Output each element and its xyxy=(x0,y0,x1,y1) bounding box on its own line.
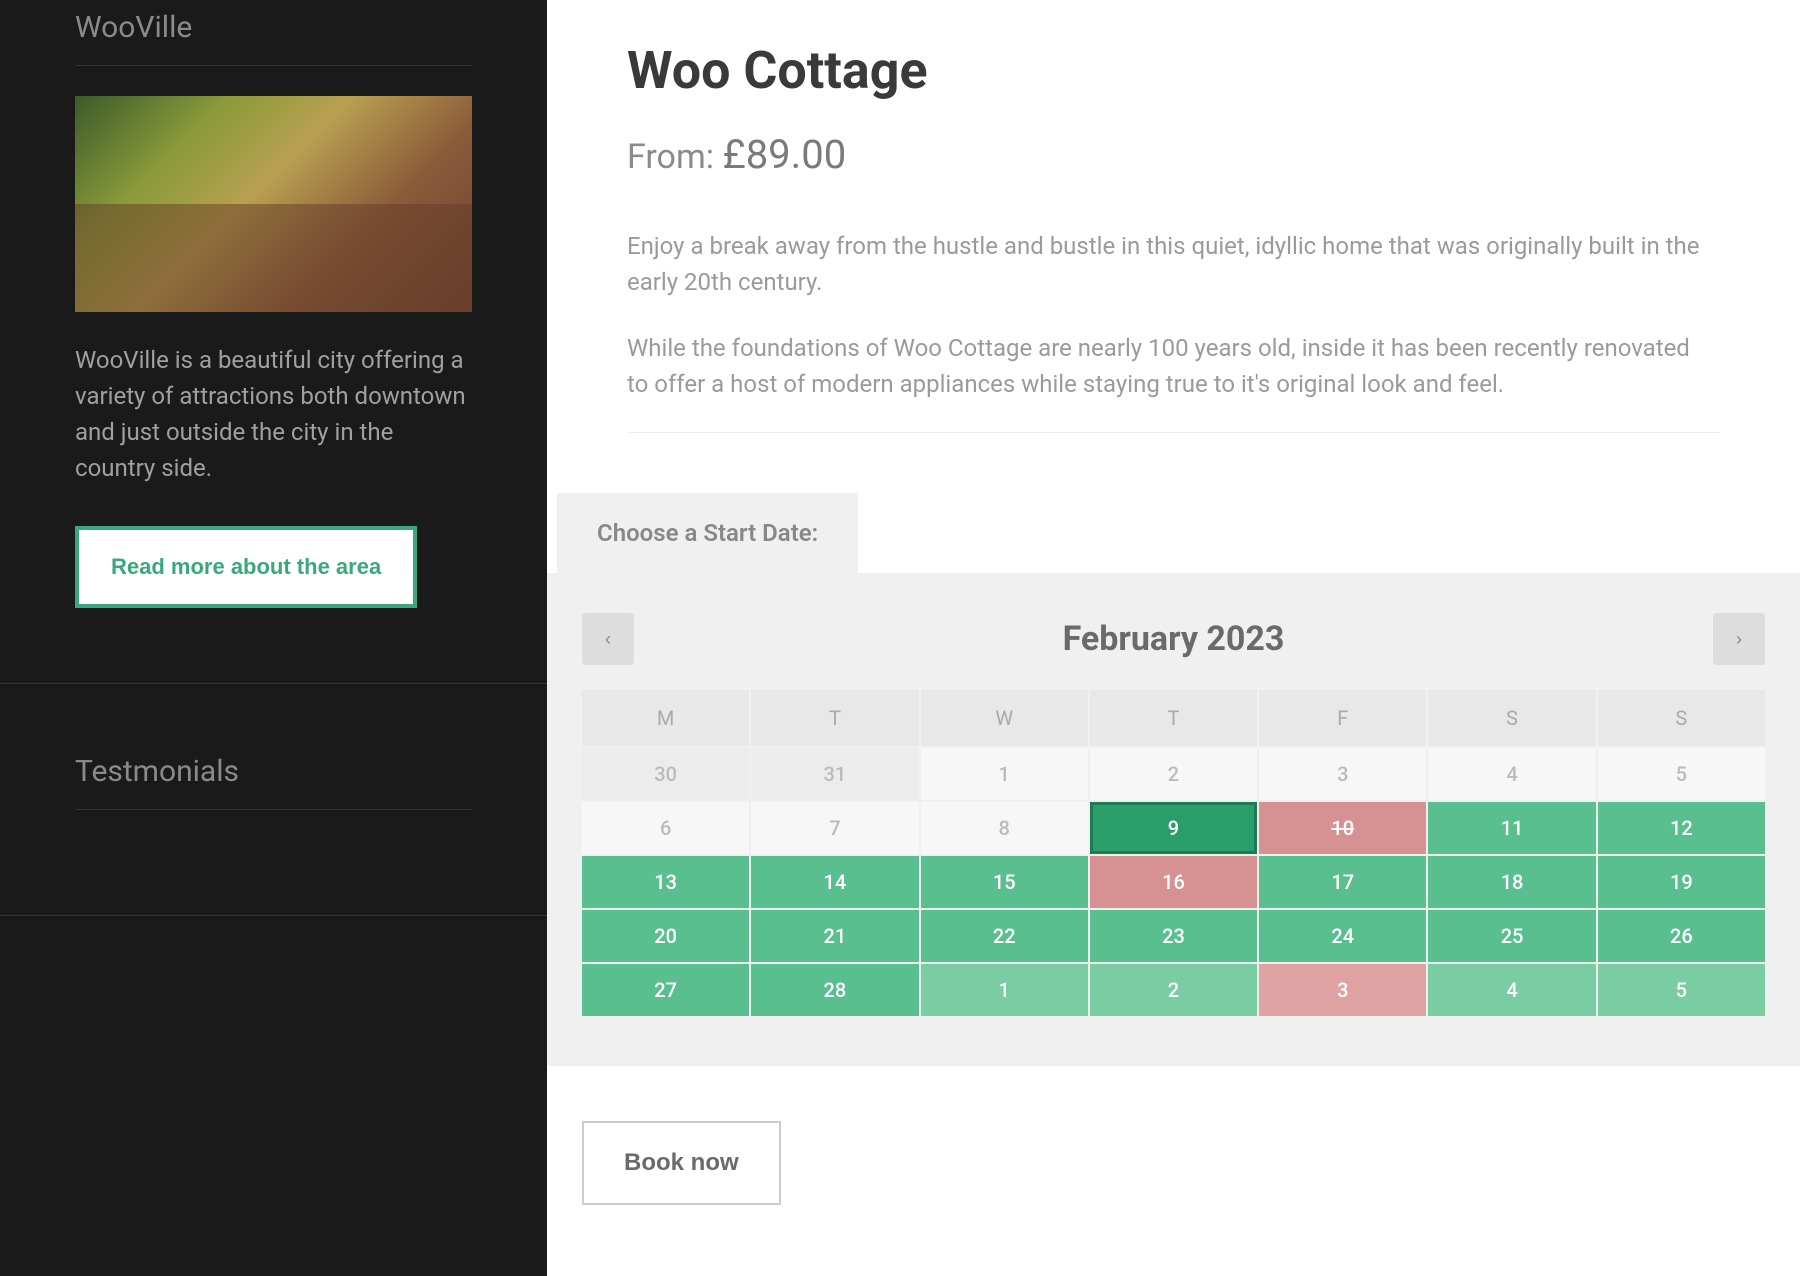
calendar-day: 1 xyxy=(921,748,1088,800)
calendar-next-button[interactable]: › xyxy=(1713,613,1765,665)
calendar-day[interactable]: 19 xyxy=(1598,856,1765,908)
calendar-day[interactable]: 1 xyxy=(921,964,1088,1016)
product-price: From: £89.00 xyxy=(627,131,1720,178)
product-description-2: While the foundations of Woo Cottage are… xyxy=(627,330,1707,402)
sidebar-testimonials-title: Testmonials xyxy=(75,754,472,789)
calendar-day[interactable]: 15 xyxy=(921,856,1088,908)
product-title: Woo Cottage xyxy=(627,40,1720,101)
calendar-day[interactable]: 9 xyxy=(1090,802,1257,854)
calendar-day: 31 xyxy=(751,748,918,800)
calendar-dow: F xyxy=(1259,690,1426,746)
divider xyxy=(627,432,1720,433)
product-description-1: Enjoy a break away from the hustle and b… xyxy=(627,228,1707,300)
calendar-day: 10 xyxy=(1259,802,1426,854)
calendar-day[interactable]: 13 xyxy=(582,856,749,908)
sidebar-area-image xyxy=(75,96,472,312)
calendar-day[interactable]: 2 xyxy=(1090,964,1257,1016)
read-more-button[interactable]: Read more about the area xyxy=(75,526,417,608)
book-now-button[interactable]: Book now xyxy=(582,1121,781,1205)
divider xyxy=(75,65,472,66)
main-content: Woo Cottage From: £89.00 Enjoy a break a… xyxy=(547,0,1800,1276)
calendar-grid: MTWTFSS303112345678910111213141516171819… xyxy=(582,690,1765,1016)
calendar-day[interactable]: 22 xyxy=(921,910,1088,962)
calendar-dow: S xyxy=(1428,690,1595,746)
calendar-day[interactable]: 28 xyxy=(751,964,918,1016)
calendar-day[interactable]: 5 xyxy=(1598,964,1765,1016)
sidebar-area-title: WooVille xyxy=(75,10,472,45)
price-prefix: From: xyxy=(627,137,722,177)
calendar-day[interactable]: 17 xyxy=(1259,856,1426,908)
calendar-day: 4 xyxy=(1428,748,1595,800)
calendar-day[interactable]: 20 xyxy=(582,910,749,962)
booking-tab-label: Choose a Start Date: xyxy=(557,493,858,573)
calendar: ‹ February 2023 › MTWTFSS303112345678910… xyxy=(547,573,1800,1016)
calendar-day[interactable]: 24 xyxy=(1259,910,1426,962)
calendar-prev-button[interactable]: ‹ xyxy=(582,613,634,665)
section-divider xyxy=(0,915,547,916)
calendar-day[interactable]: 12 xyxy=(1598,802,1765,854)
divider xyxy=(75,809,472,810)
calendar-dow: W xyxy=(921,690,1088,746)
calendar-day: 5 xyxy=(1598,748,1765,800)
price-value: £89.00 xyxy=(722,131,846,178)
calendar-day: 30 xyxy=(582,748,749,800)
calendar-day: 8 xyxy=(921,802,1088,854)
calendar-dow: T xyxy=(751,690,918,746)
sidebar-area-description: WooVille is a beautiful city offering a … xyxy=(75,342,472,486)
calendar-day: 7 xyxy=(751,802,918,854)
calendar-dow: M xyxy=(582,690,749,746)
sidebar-testimonials-section: Testmonials xyxy=(0,684,547,915)
calendar-day[interactable]: 14 xyxy=(751,856,918,908)
calendar-day: 6 xyxy=(582,802,749,854)
calendar-day[interactable]: 18 xyxy=(1428,856,1595,908)
calendar-day[interactable]: 27 xyxy=(582,964,749,1016)
calendar-dow: T xyxy=(1090,690,1257,746)
booking-area: ‹ February 2023 › MTWTFSS303112345678910… xyxy=(547,573,1800,1066)
calendar-day: 3 xyxy=(1259,964,1426,1016)
calendar-header: ‹ February 2023 › xyxy=(582,613,1765,665)
calendar-day[interactable]: 26 xyxy=(1598,910,1765,962)
booking-widget: Choose a Start Date: ‹ February 2023 › M… xyxy=(547,493,1800,1205)
calendar-day[interactable]: 21 xyxy=(751,910,918,962)
calendar-day[interactable]: 23 xyxy=(1090,910,1257,962)
calendar-day: 2 xyxy=(1090,748,1257,800)
sidebar-area-section: WooVille WooVille is a beautiful city of… xyxy=(0,0,547,683)
calendar-month-title: February 2023 xyxy=(1063,619,1285,659)
calendar-dow: S xyxy=(1598,690,1765,746)
product-header: Woo Cottage From: £89.00 Enjoy a break a… xyxy=(547,0,1800,433)
calendar-day: 16 xyxy=(1090,856,1257,908)
sidebar: WooVille WooVille is a beautiful city of… xyxy=(0,0,547,1276)
calendar-day[interactable]: 11 xyxy=(1428,802,1595,854)
calendar-day: 3 xyxy=(1259,748,1426,800)
calendar-day[interactable]: 4 xyxy=(1428,964,1595,1016)
calendar-day[interactable]: 25 xyxy=(1428,910,1595,962)
